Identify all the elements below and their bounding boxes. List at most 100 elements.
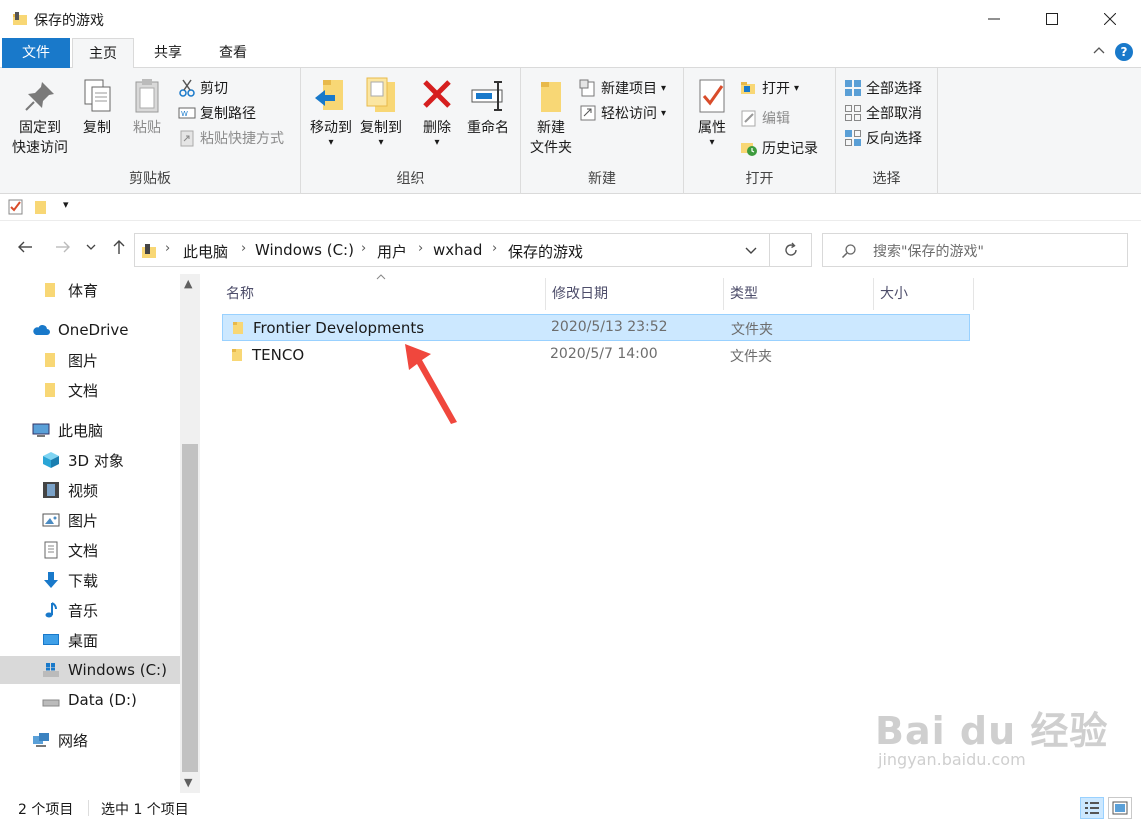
nav-item-downloads[interactable]: 下载	[0, 566, 180, 594]
paste-icon	[135, 79, 159, 113]
nav-item-this-pc[interactable]: 此电脑	[0, 416, 180, 444]
large-icons-view-button[interactable]	[1108, 797, 1132, 819]
scroll-thumb[interactable]	[182, 444, 198, 772]
nav-item-onedrive[interactable]: OneDrive	[0, 316, 180, 344]
column-header-modified[interactable]: 修改日期	[546, 278, 724, 310]
recent-locations-button[interactable]	[83, 236, 99, 258]
properties-check-icon[interactable]	[8, 199, 24, 215]
copy-button[interactable]: 复制	[76, 76, 118, 138]
nav-item-onedrive-documents[interactable]: 文档	[0, 376, 180, 404]
invert-selection-button[interactable]: 反向选择	[844, 126, 922, 150]
paste-button[interactable]: 粘贴	[126, 76, 168, 138]
nav-item-desktop[interactable]: 桌面	[0, 626, 180, 654]
file-name: Frontier Developments	[253, 319, 425, 337]
folder-icon	[45, 353, 55, 367]
select-all-button[interactable]: 全部选择	[844, 76, 922, 100]
new-item-button[interactable]: 新建项目 ▾	[579, 76, 666, 100]
location-icon	[142, 244, 156, 258]
file-type: 文件夹	[731, 322, 773, 338]
file-row-frontier[interactable]: Frontier Developments 2020/5/13 23:52 文件…	[222, 314, 970, 341]
minimize-button[interactable]	[965, 0, 1023, 38]
back-button[interactable]	[14, 236, 36, 258]
delete-button[interactable]: 删除 ▾	[417, 76, 457, 148]
close-button[interactable]	[1081, 0, 1139, 38]
nav-item-3d-objects[interactable]: 3D 对象	[0, 446, 180, 474]
nav-item-sports[interactable]: 体育	[0, 276, 180, 304]
copy-to-button[interactable]: 复制到 ▾	[355, 76, 407, 148]
tab-share[interactable]: 共享	[138, 38, 198, 68]
pin-quick-access-button[interactable]: 固定到 快速访问	[8, 76, 72, 158]
properties-button[interactable]: 属性 ▾	[690, 76, 734, 148]
breadcrumb-this-pc[interactable]: 此电脑	[183, 241, 228, 262]
select-none-icon	[845, 105, 861, 121]
cut-button[interactable]: 剪切	[178, 76, 228, 100]
paste-shortcut-button[interactable]: 粘贴快捷方式	[178, 126, 284, 150]
up-button[interactable]	[108, 236, 130, 258]
close-icon	[1104, 13, 1116, 25]
cube-icon	[43, 452, 59, 468]
nav-item-music[interactable]: 音乐	[0, 596, 180, 624]
folder-icon	[232, 349, 242, 361]
baidu-watermark-url: jingyan.baidu.com	[878, 750, 1026, 769]
nav-item-documents[interactable]: 文档	[0, 536, 180, 564]
new-group-label: 新建	[588, 171, 616, 187]
new-folder-button[interactable]: 新建 文件夹	[525, 76, 577, 158]
search-placeholder: 搜索"保存的游戏"	[873, 244, 984, 260]
breadcrumb-saved-games[interactable]: 保存的游戏	[508, 241, 583, 262]
ribbon: 固定到 快速访问 复制 粘贴 剪切 W 复制路径 粘贴快捷方式 剪贴板 移动到 …	[0, 68, 1141, 194]
nav-scrollbar[interactable]: ▲ ▼	[180, 274, 200, 793]
column-header-size[interactable]: 大小	[874, 278, 974, 310]
scroll-down-icon[interactable]: ▼	[184, 776, 192, 789]
easy-access-button[interactable]: 轻松访问 ▾	[579, 101, 666, 125]
baidu-watermark: Bai du 经验	[875, 709, 1109, 753]
search-icon	[841, 244, 856, 259]
file-name: TENCO	[252, 346, 305, 364]
selection-count: 选中 1 个项目	[101, 802, 189, 818]
file-list: 名称 修改日期 类型 大小 Frontier Developments 2020…	[200, 274, 1141, 793]
file-row-tenco[interactable]: TENCO 2020/5/7 14:00 文件夹	[222, 342, 970, 369]
select-none-button[interactable]: 全部取消	[844, 101, 922, 125]
address-dropdown-icon[interactable]	[745, 246, 757, 256]
move-to-button[interactable]: 移动到 ▾	[305, 76, 357, 148]
breadcrumb-c-drive[interactable]: Windows (C:)	[255, 241, 354, 259]
up-arrow-icon	[113, 240, 125, 254]
nav-item-onedrive-pictures[interactable]: 图片	[0, 346, 180, 374]
rename-button[interactable]: 重命名	[463, 76, 513, 138]
edit-button[interactable]: 编辑	[740, 106, 790, 130]
tab-home[interactable]: 主页	[72, 38, 134, 69]
nav-item-pictures[interactable]: 图片	[0, 506, 180, 534]
nav-item-d-drive[interactable]: Data (D:)	[0, 686, 180, 714]
collapse-ribbon-icon[interactable]	[1092, 44, 1106, 58]
nav-item-videos[interactable]: 视频	[0, 476, 180, 504]
select-all-icon	[845, 80, 861, 96]
tab-file[interactable]: 文件	[2, 38, 70, 68]
new-folder-small-icon[interactable]	[34, 199, 48, 215]
breadcrumb-users[interactable]: 用户	[377, 241, 407, 262]
minimize-icon	[988, 18, 1000, 20]
tab-view[interactable]: 查看	[202, 38, 264, 68]
help-icon[interactable]: ?	[1115, 43, 1133, 61]
file-type: 文件夹	[730, 349, 772, 365]
folder-icon	[233, 322, 243, 334]
column-header-type[interactable]: 类型	[724, 278, 874, 310]
nav-item-c-drive[interactable]: Windows (C:)	[0, 656, 180, 684]
refresh-button[interactable]	[770, 233, 812, 267]
maximize-button[interactable]	[1023, 0, 1081, 38]
column-header-name[interactable]: 名称	[220, 278, 546, 310]
breadcrumb-user[interactable]: wxhad	[433, 241, 482, 259]
scroll-up-icon[interactable]: ▲	[184, 277, 192, 290]
nav-item-network[interactable]: 网络	[0, 726, 180, 754]
download-icon	[44, 572, 58, 588]
ribbon-tabs: 文件 主页 共享 查看 ?	[0, 38, 1141, 69]
svg-text:W: W	[181, 110, 188, 118]
open-folder-icon	[741, 82, 755, 94]
address-bar[interactable]: › 此电脑 › Windows (C:) › 用户 › wxhad › 保存的游…	[134, 233, 770, 267]
customize-qat-icon[interactable]: ▾	[63, 198, 69, 211]
clipboard-group: 固定到 快速访问 复制 粘贴 剪切 W 复制路径 粘贴快捷方式 剪贴板	[0, 68, 301, 194]
search-box[interactable]: 搜索"保存的游戏"	[822, 233, 1128, 267]
open-button[interactable]: 打开 ▾	[740, 76, 799, 100]
copy-path-button[interactable]: W 复制路径	[178, 101, 256, 125]
forward-button[interactable]	[52, 236, 74, 258]
history-button[interactable]: 历史记录	[740, 136, 818, 160]
details-view-button[interactable]	[1080, 797, 1104, 819]
